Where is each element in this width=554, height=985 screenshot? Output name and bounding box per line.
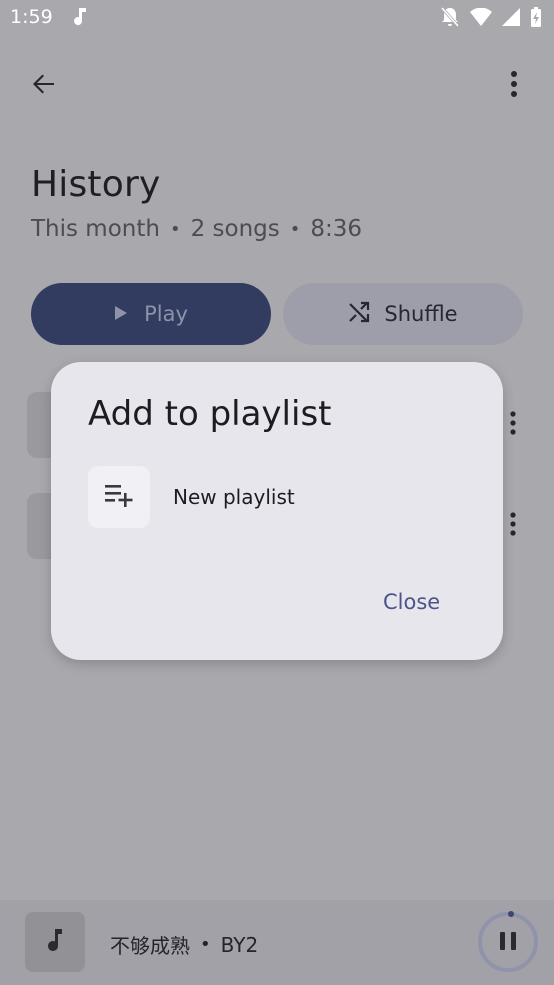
mini-player-artist: BY2	[220, 932, 259, 957]
mini-player-artwork	[25, 912, 85, 972]
more-vert-icon	[509, 512, 517, 540]
playlist-subtitle: This month • 2 songs • 8:36	[31, 216, 362, 242]
back-button[interactable]	[26, 68, 62, 104]
add-to-playlist-dialog: Add to playlist New playlist Close	[51, 362, 503, 660]
playlist-song-count: 2 songs	[190, 216, 280, 242]
more-vert-icon	[509, 411, 517, 439]
play-label: Play	[144, 302, 188, 326]
status-time: 1:59	[10, 6, 53, 28]
music-note-icon	[72, 6, 88, 31]
separator-dot: •	[200, 934, 211, 955]
signal-icon	[502, 8, 520, 26]
more-vert-icon	[510, 70, 518, 102]
separator-dot: •	[289, 218, 301, 240]
new-playlist-label[interactable]: New playlist	[173, 485, 295, 509]
playlist-period: This month	[31, 216, 160, 242]
shuffle-label: Shuffle	[384, 302, 458, 326]
music-note-icon	[46, 927, 64, 957]
song-more-button[interactable]	[500, 405, 526, 445]
status-icons	[440, 6, 542, 28]
close-button[interactable]: Close	[383, 590, 440, 614]
page-title: History	[31, 164, 161, 205]
shuffle-icon	[348, 301, 370, 328]
pause-icon	[500, 932, 505, 950]
playlist-add-icon	[104, 483, 134, 511]
new-playlist-button[interactable]	[88, 466, 150, 528]
playlist-duration: 8:36	[310, 216, 363, 242]
mini-player-info: 不够成熟 • BY2	[110, 930, 258, 959]
arrow-back-icon	[30, 70, 58, 102]
mini-player-song: 不够成熟	[110, 934, 190, 958]
more-options-button[interactable]	[496, 68, 532, 104]
dialog-title: Add to playlist	[88, 394, 332, 434]
play-button[interactable]: Play	[31, 283, 271, 345]
pause-button[interactable]	[476, 910, 540, 974]
play-icon	[114, 302, 128, 326]
song-more-button[interactable]	[500, 506, 526, 546]
battery-charging-icon	[530, 6, 542, 28]
separator-dot: •	[169, 218, 181, 240]
wifi-icon	[470, 8, 492, 26]
bell-off-icon	[440, 6, 460, 28]
shuffle-button[interactable]: Shuffle	[283, 283, 523, 345]
